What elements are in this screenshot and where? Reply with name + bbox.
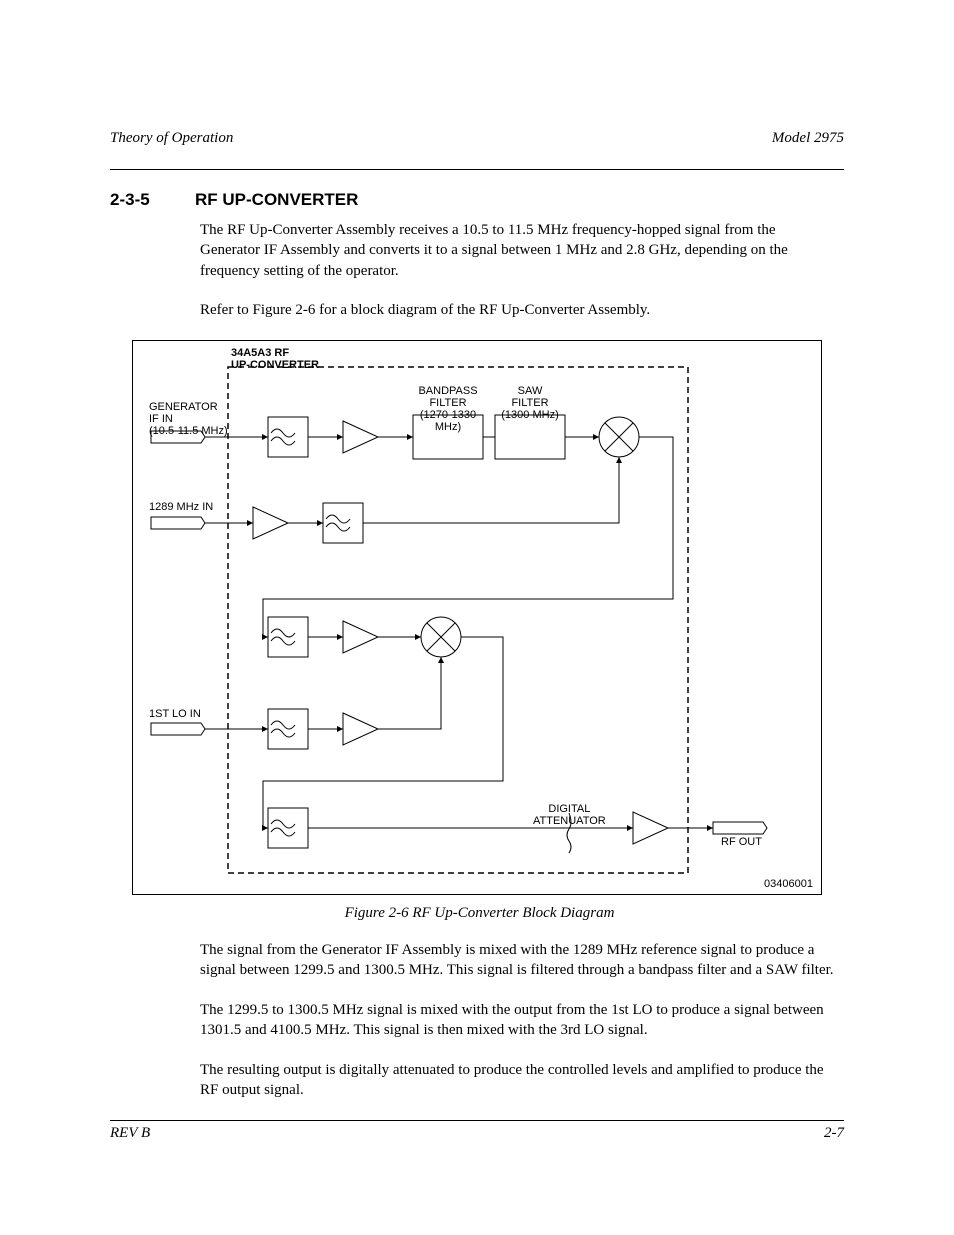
footer-rule [110, 1120, 844, 1121]
ref-1289-in-port [151, 517, 253, 529]
body-para-2: Refer to Figure 2-6 for a block diagram … [200, 300, 839, 320]
amplifier-2 [343, 621, 421, 653]
footer-page: 2-7 [824, 1125, 844, 1142]
footer-rev: REV B [110, 1125, 150, 1142]
bpf-label: BANDPASS FILTER (1270-1330 MHz) [411, 385, 485, 433]
filter-block-2 [268, 617, 343, 657]
box-title-label: 34A5A3 RF UP-CONVERTER [231, 347, 319, 371]
filter-lo1 [268, 709, 343, 749]
section-title: RF UP-CONVERTER [195, 190, 358, 210]
drawing-id: 03406001 [764, 878, 813, 890]
filter-ref [323, 503, 363, 543]
lo1-in-label: 1ST LO IN [149, 708, 201, 720]
output-amplifier [633, 812, 668, 844]
amplifier-1 [343, 421, 413, 453]
gen-if-in-sub: IF IN [149, 413, 173, 425]
saw-label: SAW FILTER (1300 MHz) [495, 385, 565, 421]
gen-if-in-title: GENERATOR [149, 401, 218, 413]
ref-in-label: 1289 MHz IN [149, 501, 213, 513]
amplifier-ref [253, 507, 323, 539]
body-para-1: The RF Up-Converter Assembly receives a … [200, 220, 839, 281]
header-rule [110, 169, 844, 170]
rf-out-label: RF OUT [721, 836, 762, 848]
page-header: Theory of Operation Model 2975 [110, 130, 844, 170]
filter-block-1 [268, 417, 343, 457]
page-footer: REV B 2-7 [110, 1120, 844, 1142]
body-para-4: The 1299.5 to 1300.5 MHz signal is mixed… [200, 1000, 839, 1041]
filter-block-3 [268, 808, 308, 848]
header-title: Theory of Operation [110, 130, 233, 147]
gen-if-in-label: GENERATOR IF IN (10.5-11.5 MHz) [149, 401, 228, 437]
rf-out-port [713, 822, 767, 834]
body-para-3: The signal from the Generator IF Assembl… [200, 940, 839, 981]
mixer-2 [421, 617, 461, 657]
atten-label: DIGITAL ATTENUATOR [533, 803, 606, 827]
block-diagram-figure: GENERATOR IF IN (10.5-11.5 MHz) 1289 MHz… [132, 340, 822, 895]
section-number: 2-3-5 [110, 190, 150, 210]
gen-if-in-range: (10.5-11.5 MHz) [149, 425, 228, 437]
saw-filter-block [495, 415, 599, 459]
figure-caption: Figure 2-6 RF Up-Converter Block Diagram [132, 905, 827, 922]
header-model: Model 2975 [772, 130, 844, 147]
lo1-in-port [151, 723, 268, 735]
body-para-5: The resulting output is digitally attenu… [200, 1060, 839, 1101]
mixer-1 [599, 417, 639, 457]
amplifier-lo1 [343, 713, 378, 745]
